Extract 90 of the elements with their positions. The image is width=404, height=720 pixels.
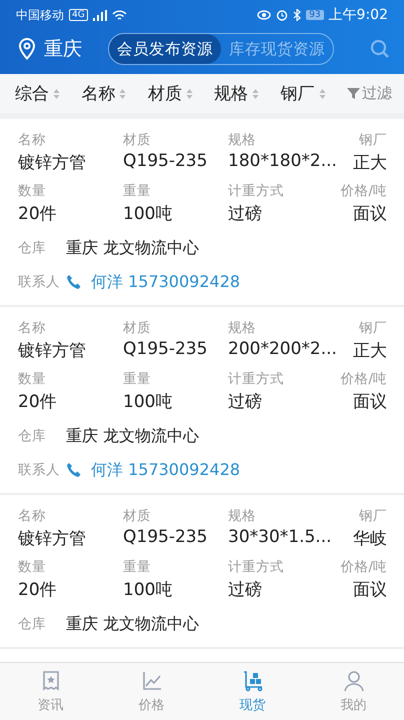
field-label: 重量 — [123, 370, 151, 388]
eye-icon — [257, 10, 272, 20]
field-label: 重量 — [123, 182, 151, 200]
signal-icon — [92, 10, 107, 20]
battery-level: 93 — [306, 10, 324, 20]
sort-option[interactable]: 材质 — [148, 82, 193, 105]
field-label: 材质 — [123, 319, 151, 337]
field-value: Q195-235 — [123, 151, 208, 171]
clock: 上午9:02 — [328, 6, 388, 24]
field-label: 钢厂 — [359, 507, 387, 525]
field-label: 重量 — [123, 558, 151, 576]
warehouse-name: 重庆 龙文物流中心 — [66, 614, 200, 634]
field-label: 规格 — [228, 319, 256, 337]
field-value: 镀锌方管 — [18, 152, 86, 174]
segment-tab[interactable]: 会员发布资源 — [109, 34, 221, 64]
bluetooth-icon — [293, 9, 302, 21]
field-label: 规格 — [228, 507, 256, 525]
field-value: 镀锌方管 — [18, 528, 86, 550]
field-label: 名称 — [18, 507, 46, 525]
listing-card[interactable]: 名称 镀锌方管 材质 Q195-235 规格 200*200*2... 钢厂 正大 数量 20件 重量 100吨 计重方式 过磅 价格/吨 面议 仓库 重庆 龙文物流中心 联系人 何洋 15730092428 — [0, 307, 404, 495]
warehouse-name: 重庆 龙文物流中心 — [66, 238, 200, 258]
listing-card[interactable]: 名称 镀锌方管 材质 Q195-235 规格 30*30*1.5... 钢厂 华岐 数量 20件 重量 100吨 计重方式 过磅 价格/吨 面议 仓库 重庆 龙文物流中心 — [0, 495, 404, 649]
field-value: 正大 — [353, 152, 387, 174]
phone-icon — [66, 462, 82, 478]
field-label: 钢厂 — [359, 319, 387, 337]
warehouse-label: 仓库 — [18, 615, 46, 633]
warehouse-label: 仓库 — [18, 427, 46, 445]
field-label: 名称 — [18, 131, 46, 149]
network-type: 4G — [69, 9, 88, 21]
field-value: 过磅 — [228, 391, 262, 413]
warehouse-name: 重庆 龙文物流中心 — [66, 426, 200, 446]
field-label: 材质 — [123, 131, 151, 149]
field-label: 材质 — [123, 507, 151, 525]
sort-option[interactable]: 名称 — [81, 82, 126, 105]
field-label: 计重方式 — [228, 182, 284, 200]
funnel-icon — [346, 87, 360, 100]
sort-option[interactable]: 综合 — [15, 82, 60, 105]
user-icon — [342, 670, 364, 692]
field-value: 180*180*2... — [228, 151, 337, 171]
sort-option[interactable]: 钢厂 — [280, 82, 326, 105]
field-label: 价格/吨 — [340, 558, 387, 576]
sort-arrows-icon — [53, 88, 60, 100]
field-value: 正大 — [353, 340, 387, 362]
sort-arrows-icon — [119, 88, 126, 100]
field-value: 100吨 — [123, 391, 172, 413]
contact-label: 联系人 — [18, 273, 60, 291]
field-value: 面议 — [353, 579, 387, 601]
field-label: 规格 — [228, 131, 256, 149]
contact-label: 联系人 — [18, 461, 60, 479]
alarm-icon — [276, 9, 288, 21]
field-label: 计重方式 — [228, 370, 284, 388]
field-label: 钢厂 — [359, 131, 387, 149]
field-value: 华岐 — [353, 528, 387, 550]
field-label: 价格/吨 — [340, 182, 387, 200]
phone-icon — [66, 274, 82, 290]
field-label: 名称 — [18, 319, 46, 337]
chart-icon — [140, 670, 162, 692]
search-icon[interactable] — [370, 39, 390, 59]
field-value: 30*30*1.5... — [228, 527, 332, 547]
field-value: 面议 — [353, 203, 387, 225]
field-value: Q195-235 — [123, 527, 208, 547]
wifi-icon — [112, 10, 127, 20]
location-pin-icon — [18, 38, 36, 60]
carrier-name: 中国移动 — [16, 6, 64, 24]
sort-arrows-icon — [186, 88, 193, 100]
sort-arrows-icon — [318, 88, 326, 100]
city-name[interactable]: 重庆 — [44, 36, 82, 62]
listing-card[interactable]: 名称 镀锌方管 材质 Q195-235 规格 180*180*2... 钢厂 正大 数量 20件 重量 100吨 计重方式 过磅 价格/吨 面议 仓库 重庆 龙文物流中心 联系人 何洋 15730092428 — [0, 119, 404, 307]
field-value: 200*200*2... — [228, 339, 337, 359]
sort-option[interactable]: 规格 — [214, 82, 260, 105]
field-value: 20件 — [18, 579, 57, 601]
field-label: 数量 — [18, 182, 46, 200]
warehouse-label: 仓库 — [18, 239, 46, 257]
field-value: 镀锌方管 — [18, 340, 86, 362]
field-value: 20件 — [18, 203, 57, 225]
field-label: 价格/吨 — [340, 370, 387, 388]
field-value: 100吨 — [123, 579, 172, 601]
sort-arrows-icon — [252, 88, 260, 100]
field-value: 20件 — [18, 391, 57, 413]
contact-phone-link[interactable]: 何洋 15730092428 — [91, 460, 240, 480]
field-value: 过磅 — [228, 579, 262, 601]
field-label: 数量 — [18, 558, 46, 576]
contact-phone-link[interactable]: 何洋 15730092428 — [91, 272, 240, 292]
field-value: 面议 — [353, 391, 387, 413]
field-value: Q195-235 — [123, 339, 208, 359]
boxes-icon — [242, 670, 264, 692]
field-label: 数量 — [18, 370, 46, 388]
field-label: 计重方式 — [228, 558, 284, 576]
field-value: 过磅 — [228, 203, 262, 225]
field-value: 100吨 — [123, 203, 172, 225]
